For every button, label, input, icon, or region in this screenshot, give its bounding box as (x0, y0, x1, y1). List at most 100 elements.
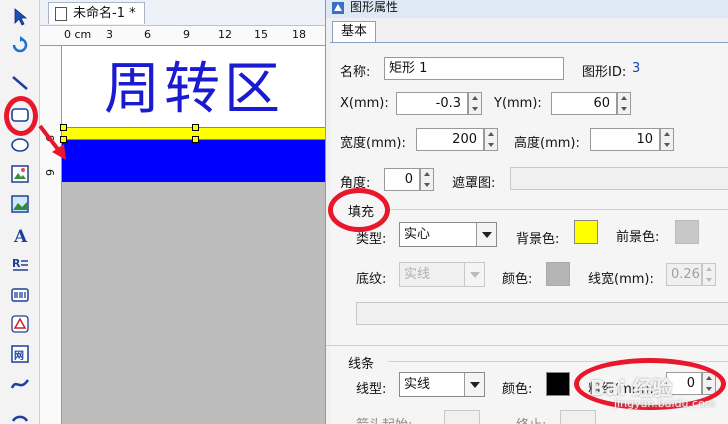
arrow-end-input[interactable] (560, 410, 596, 424)
rotate-icon (12, 36, 28, 53)
chevron-down-icon (464, 263, 484, 286)
svg-text:A: A (13, 227, 28, 245)
rich-text-icon: R (12, 257, 28, 271)
x-label: X(mm): (340, 96, 389, 111)
ruler-tick: 18 (292, 28, 306, 41)
rotate-tool[interactable] (9, 34, 31, 56)
select-arrow-tool[interactable] (9, 6, 31, 28)
ellipse-tool[interactable] (9, 134, 31, 156)
image-tool[interactable] (9, 163, 31, 185)
highlight-rectangle-tool (4, 96, 38, 136)
curve-tool[interactable] (9, 373, 31, 395)
arc-icon (11, 415, 29, 422)
name-label: 名称: (340, 65, 371, 80)
svg-text:R: R (12, 257, 21, 270)
document-tab[interactable]: 未命名-1 * (48, 2, 145, 24)
line-width-spinner[interactable] (702, 263, 716, 286)
fill-preview-box (356, 302, 728, 325)
height-input[interactable]: 10 (590, 128, 660, 151)
section-divider (326, 345, 728, 346)
y-label: Y(mm): (494, 96, 542, 111)
rich-text-tool[interactable]: R (9, 254, 31, 276)
mask-image-label: 遮罩图: (452, 176, 496, 191)
name-input[interactable]: 矩形 1 (384, 57, 564, 80)
y-input[interactable]: 60 (551, 92, 617, 115)
watermark-url: jingyan.baidu.com (614, 397, 716, 410)
ruler-tick: 3 (106, 28, 113, 41)
shape-tool[interactable] (9, 313, 31, 335)
fill-type-select[interactable]: 实心 (399, 222, 497, 247)
resize-handle[interactable] (192, 136, 199, 143)
document-icon (55, 7, 67, 21)
ruler-tick: 15 (254, 28, 268, 41)
chevron-down-icon (464, 373, 484, 396)
arrow-pointer-icon (14, 8, 28, 26)
height-spinner[interactable] (660, 128, 674, 151)
table-icon: 网 (11, 345, 29, 363)
pattern-select[interactable]: 实线 (399, 262, 485, 287)
fill-type-value: 实心 (404, 227, 431, 242)
ruler-tick: 9 (183, 28, 190, 41)
arrow-start-input[interactable] (444, 410, 480, 424)
shape-id-value: 3 (632, 61, 641, 76)
line-icon (12, 76, 28, 90)
svg-text:网: 网 (14, 350, 24, 362)
chevron-down-icon (476, 223, 496, 246)
dialog-titlebar[interactable]: 图形属性 (326, 0, 728, 18)
line-color-label: 颜色: (502, 382, 533, 397)
line-width-input[interactable]: 0.26 (666, 263, 702, 286)
text-icon: A (13, 227, 28, 245)
x-input[interactable]: -0.3 (396, 92, 468, 115)
arc-tool[interactable] (9, 402, 31, 424)
picture-icon (11, 195, 29, 213)
arrow-end-label: 终止: (516, 414, 546, 424)
barcode-tool[interactable] (9, 284, 31, 306)
highlight-fill-section (328, 188, 390, 232)
red-arrow-icon (38, 124, 66, 160)
foreground-color-swatch[interactable] (675, 220, 699, 244)
pattern-color-swatch[interactable] (546, 262, 570, 286)
ruler-unit-label: 0 cm (64, 28, 92, 41)
text-tool[interactable]: A (9, 224, 31, 246)
height-label: 高度(mm): (514, 136, 580, 151)
arrow-start-label: 箭头起始: (356, 414, 412, 424)
horizontal-ruler: 0 cm 3 6 9 12 15 18 (40, 26, 325, 46)
drawing-toolbar: A R 网 (0, 0, 40, 424)
dialog-title: 图形属性 (350, 0, 399, 14)
blue-band-object[interactable] (62, 140, 325, 182)
angle-spinner[interactable] (420, 168, 434, 191)
foreground-color-label: 前景色: (616, 230, 660, 245)
width-label: 宽度(mm): (340, 136, 406, 151)
vertical-ruler: 6 9 (40, 46, 62, 424)
ruler-tick: 9 (44, 169, 57, 176)
line-color-swatch[interactable] (546, 372, 570, 396)
pattern-color-label: 颜色: (502, 272, 533, 287)
resize-handle[interactable] (192, 124, 199, 131)
triangle-shape-icon (11, 315, 29, 333)
angle-input[interactable]: 0 (384, 168, 420, 191)
x-spinner[interactable] (468, 92, 482, 115)
pattern-label: 底纹: (356, 272, 387, 287)
width-spinner[interactable] (484, 128, 498, 151)
line-type-label: 线型: (356, 382, 387, 397)
ellipse-icon (11, 138, 29, 152)
mask-image-input[interactable] (510, 167, 728, 190)
line-width-label: 线宽(mm): (588, 272, 654, 287)
line-type-select[interactable]: 实线 (399, 372, 485, 397)
background-color-label: 背景色: (516, 232, 560, 247)
ruler-tick: 12 (218, 28, 232, 41)
barcode-icon (11, 288, 29, 302)
picture-tool[interactable] (9, 193, 31, 215)
label-text-object[interactable]: 周转区 (104, 55, 284, 125)
line-tool[interactable] (9, 72, 31, 94)
width-input[interactable]: 200 (416, 128, 484, 151)
y-spinner[interactable] (617, 92, 631, 115)
shape-properties-icon (332, 2, 344, 14)
document-tab-title: 未命名-1 * (73, 6, 136, 21)
background-color-swatch[interactable] (574, 220, 598, 244)
curve-icon (10, 379, 30, 389)
shape-id-label: 图形ID: (582, 65, 627, 80)
line-section-label: 线条 (348, 357, 375, 372)
tab-basic[interactable]: 基本 (332, 21, 376, 43)
table-tool[interactable]: 网 (9, 343, 31, 365)
